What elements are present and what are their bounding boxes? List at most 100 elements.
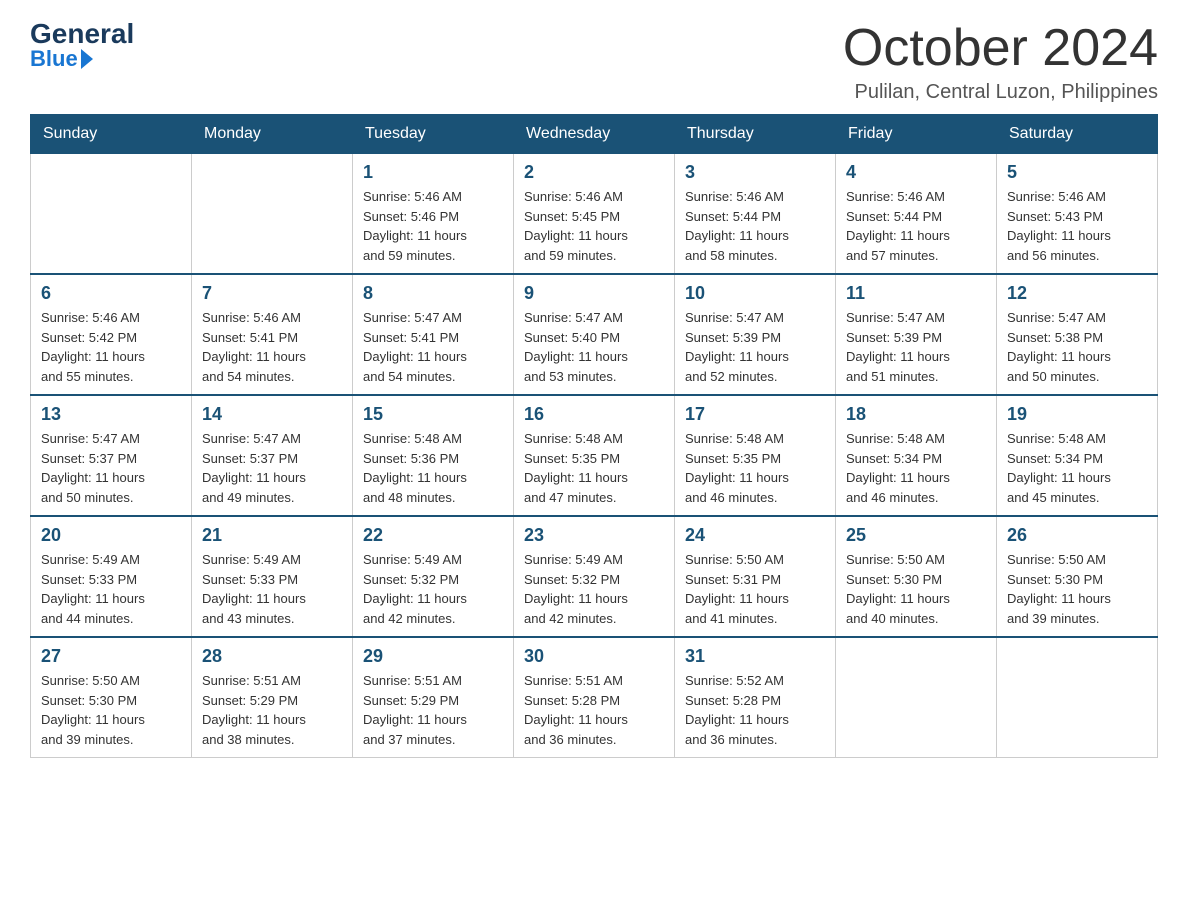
day-number: 24 <box>685 525 825 546</box>
day-info: Sunrise: 5:46 AMSunset: 5:46 PMDaylight:… <box>363 187 503 265</box>
logo: General Blue <box>30 20 134 70</box>
day-number: 16 <box>524 404 664 425</box>
calendar-cell: 23Sunrise: 5:49 AMSunset: 5:32 PMDayligh… <box>514 516 675 637</box>
day-info: Sunrise: 5:50 AMSunset: 5:31 PMDaylight:… <box>685 550 825 628</box>
day-info: Sunrise: 5:46 AMSunset: 5:41 PMDaylight:… <box>202 308 342 386</box>
calendar-cell: 2 Sunrise: 5:46 AMSunset: 5:45 PMDaylight… <box>514 154 675 275</box>
day-number: 15 <box>363 404 503 425</box>
calendar-cell: 25 Sunrise: 5:50 AMSunset: 5:30 PMDayligh… <box>836 516 997 637</box>
calendar-cell <box>192 154 353 275</box>
day-number: 28 <box>202 646 342 667</box>
calendar-cell: 6Sunrise: 5:46 AMSunset: 5:42 PMDaylight… <box>31 274 192 395</box>
day-number: 7 <box>202 283 342 304</box>
day-number: 20 <box>41 525 181 546</box>
calendar-cell: 13Sunrise: 5:47 AMSunset: 5:37 PMDayligh… <box>31 395 192 516</box>
calendar-cell: 3 Sunrise: 5:46 AMSunset: 5:44 PMDaylight… <box>675 154 836 275</box>
header-saturday: Saturday <box>997 115 1158 154</box>
logo-arrow-icon <box>81 49 93 69</box>
day-number: 9 <box>524 283 664 304</box>
day-number: 8 <box>363 283 503 304</box>
day-info: Sunrise: 5:48 AMSunset: 5:35 PMDaylight:… <box>685 429 825 507</box>
day-number: 19 <box>1007 404 1147 425</box>
day-number: 27 <box>41 646 181 667</box>
day-info: Sunrise: 5:50 AMSunset: 5:30 PMDaylight:… <box>1007 550 1147 628</box>
header-thursday: Thursday <box>675 115 836 154</box>
logo-general-text: General <box>30 20 134 48</box>
calendar-cell: 1 Sunrise: 5:46 AMSunset: 5:46 PMDaylight… <box>353 154 514 275</box>
page-header: General Blue October 2024 Pulilan, Centr… <box>30 20 1158 104</box>
day-info: Sunrise: 5:50 AMSunset: 5:30 PMDaylight:… <box>846 550 986 628</box>
calendar-cell: 12 Sunrise: 5:47 AMSunset: 5:38 PMDayligh… <box>997 274 1158 395</box>
day-number: 2 <box>524 162 664 183</box>
week-row-2: 6Sunrise: 5:46 AMSunset: 5:42 PMDaylight… <box>31 274 1158 395</box>
calendar-cell: 21Sunrise: 5:49 AMSunset: 5:33 PMDayligh… <box>192 516 353 637</box>
day-info: Sunrise: 5:47 AMSunset: 5:41 PMDaylight:… <box>363 308 503 386</box>
day-info: Sunrise: 5:49 AMSunset: 5:32 PMDaylight:… <box>363 550 503 628</box>
day-info: Sunrise: 5:48 AMSunset: 5:34 PMDaylight:… <box>1007 429 1147 507</box>
calendar-cell: 29 Sunrise: 5:51 AMSunset: 5:29 PMDayligh… <box>353 637 514 758</box>
day-info: Sunrise: 5:48 AMSunset: 5:35 PMDaylight:… <box>524 429 664 507</box>
day-number: 11 <box>846 283 986 304</box>
calendar-cell: 10Sunrise: 5:47 AMSunset: 5:39 PMDayligh… <box>675 274 836 395</box>
calendar-cell <box>836 637 997 758</box>
day-info: Sunrise: 5:46 AMSunset: 5:44 PMDaylight:… <box>685 187 825 265</box>
calendar-cell: 11Sunrise: 5:47 AMSunset: 5:39 PMDayligh… <box>836 274 997 395</box>
header-monday: Monday <box>192 115 353 154</box>
month-title: October 2024 <box>843 20 1158 77</box>
day-info: Sunrise: 5:46 AMSunset: 5:44 PMDaylight:… <box>846 187 986 265</box>
day-info: Sunrise: 5:47 AMSunset: 5:37 PMDaylight:… <box>41 429 181 507</box>
day-number: 21 <box>202 525 342 546</box>
day-info: Sunrise: 5:49 AMSunset: 5:33 PMDaylight:… <box>41 550 181 628</box>
day-info: Sunrise: 5:51 AMSunset: 5:28 PMDaylight:… <box>524 671 664 749</box>
day-number: 17 <box>685 404 825 425</box>
week-row-3: 13Sunrise: 5:47 AMSunset: 5:37 PMDayligh… <box>31 395 1158 516</box>
location-text: Pulilan, Central Luzon, Philippines <box>843 81 1158 104</box>
day-number: 4 <box>846 162 986 183</box>
calendar-table: SundayMondayTuesdayWednesdayThursdayFrid… <box>30 114 1158 758</box>
day-info: Sunrise: 5:50 AMSunset: 5:30 PMDaylight:… <box>41 671 181 749</box>
calendar-cell: 16 Sunrise: 5:48 AMSunset: 5:35 PMDayligh… <box>514 395 675 516</box>
calendar-cell: 26 Sunrise: 5:50 AMSunset: 5:30 PMDayligh… <box>997 516 1158 637</box>
calendar-cell: 18Sunrise: 5:48 AMSunset: 5:34 PMDayligh… <box>836 395 997 516</box>
week-row-1: 1 Sunrise: 5:46 AMSunset: 5:46 PMDaylight… <box>31 154 1158 275</box>
week-row-4: 20 Sunrise: 5:49 AMSunset: 5:33 PMDayligh… <box>31 516 1158 637</box>
day-number: 1 <box>363 162 503 183</box>
calendar-cell: 15 Sunrise: 5:48 AMSunset: 5:36 PMDayligh… <box>353 395 514 516</box>
day-number: 25 <box>846 525 986 546</box>
day-info: Sunrise: 5:46 AMSunset: 5:45 PMDaylight:… <box>524 187 664 265</box>
calendar-cell <box>31 154 192 275</box>
calendar-cell: 24 Sunrise: 5:50 AMSunset: 5:31 PMDayligh… <box>675 516 836 637</box>
day-info: Sunrise: 5:47 AMSunset: 5:38 PMDaylight:… <box>1007 308 1147 386</box>
day-info: Sunrise: 5:49 AMSunset: 5:32 PMDaylight:… <box>524 550 664 628</box>
day-info: Sunrise: 5:47 AMSunset: 5:40 PMDaylight:… <box>524 308 664 386</box>
title-section: October 2024 Pulilan, Central Luzon, Phi… <box>843 20 1158 104</box>
header-row: SundayMondayTuesdayWednesdayThursdayFrid… <box>31 115 1158 154</box>
calendar-cell: 31 Sunrise: 5:52 AMSunset: 5:28 PMDayligh… <box>675 637 836 758</box>
day-info: Sunrise: 5:46 AMSunset: 5:42 PMDaylight:… <box>41 308 181 386</box>
day-info: Sunrise: 5:48 AMSunset: 5:34 PMDaylight:… <box>846 429 986 507</box>
calendar-cell: 28 Sunrise: 5:51 AMSunset: 5:29 PMDayligh… <box>192 637 353 758</box>
day-number: 3 <box>685 162 825 183</box>
calendar-cell: 17 Sunrise: 5:48 AMSunset: 5:35 PMDayligh… <box>675 395 836 516</box>
day-info: Sunrise: 5:48 AMSunset: 5:36 PMDaylight:… <box>363 429 503 507</box>
day-number: 30 <box>524 646 664 667</box>
header-tuesday: Tuesday <box>353 115 514 154</box>
day-number: 10 <box>685 283 825 304</box>
day-number: 12 <box>1007 283 1147 304</box>
header-sunday: Sunday <box>31 115 192 154</box>
day-number: 14 <box>202 404 342 425</box>
header-friday: Friday <box>836 115 997 154</box>
day-number: 31 <box>685 646 825 667</box>
day-info: Sunrise: 5:51 AMSunset: 5:29 PMDaylight:… <box>363 671 503 749</box>
calendar-cell: 5 Sunrise: 5:46 AMSunset: 5:43 PMDaylight… <box>997 154 1158 275</box>
calendar-cell: 27 Sunrise: 5:50 AMSunset: 5:30 PMDayligh… <box>31 637 192 758</box>
day-info: Sunrise: 5:51 AMSunset: 5:29 PMDaylight:… <box>202 671 342 749</box>
day-number: 29 <box>363 646 503 667</box>
calendar-cell: 19 Sunrise: 5:48 AMSunset: 5:34 PMDayligh… <box>997 395 1158 516</box>
day-info: Sunrise: 5:52 AMSunset: 5:28 PMDaylight:… <box>685 671 825 749</box>
calendar-cell: 8 Sunrise: 5:47 AMSunset: 5:41 PMDaylight… <box>353 274 514 395</box>
day-number: 5 <box>1007 162 1147 183</box>
day-info: Sunrise: 5:46 AMSunset: 5:43 PMDaylight:… <box>1007 187 1147 265</box>
day-number: 26 <box>1007 525 1147 546</box>
day-number: 22 <box>363 525 503 546</box>
